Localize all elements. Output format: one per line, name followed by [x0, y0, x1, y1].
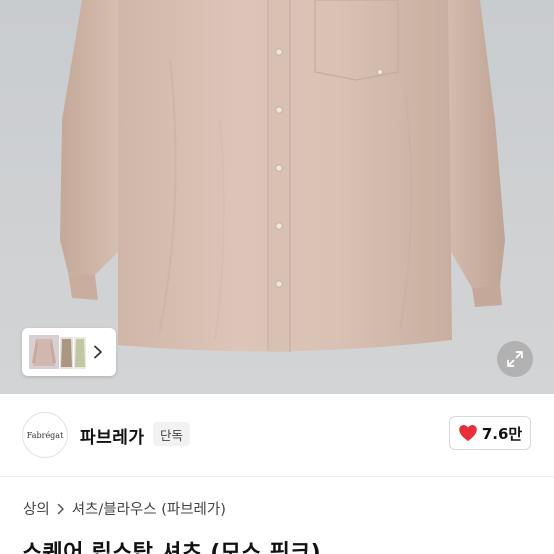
product-image[interactable] [0, 0, 554, 394]
exclusive-badge: 단독 [153, 422, 191, 446]
heart-icon [459, 425, 477, 441]
brand-row: Fabrégat 파브레가 단독 7.6만 [0, 394, 554, 476]
section-divider [0, 476, 554, 477]
brand-name[interactable]: 파브레가 [80, 423, 145, 448]
like-count: 7.6만 [481, 424, 523, 443]
product-title: 스퀘어 립스탑 셔츠 (모스 핑크) [22, 541, 322, 554]
breadcrumb-item-shirts[interactable]: 셔츠/블라우스 (파브레가) [72, 498, 226, 519]
thumbnail-strip[interactable] [22, 328, 116, 376]
chevron-right-icon [57, 503, 64, 514]
thumbnail-images[interactable] [27, 333, 87, 371]
expand-image-button[interactable] [497, 341, 533, 377]
chevron-right-icon [94, 345, 102, 359]
like-button[interactable]: 7.6만 [449, 416, 531, 450]
breadcrumb-item-tops[interactable]: 상의 [23, 498, 50, 519]
expand-arrows-icon [507, 351, 523, 367]
brand-logo-text: Fabrégat [26, 430, 64, 440]
brand-logo[interactable]: Fabrégat [22, 412, 68, 458]
thumbnail-next-button[interactable] [89, 342, 107, 362]
breadcrumb: 상의 셔츠/블라우스 (파브레가) [23, 498, 226, 519]
